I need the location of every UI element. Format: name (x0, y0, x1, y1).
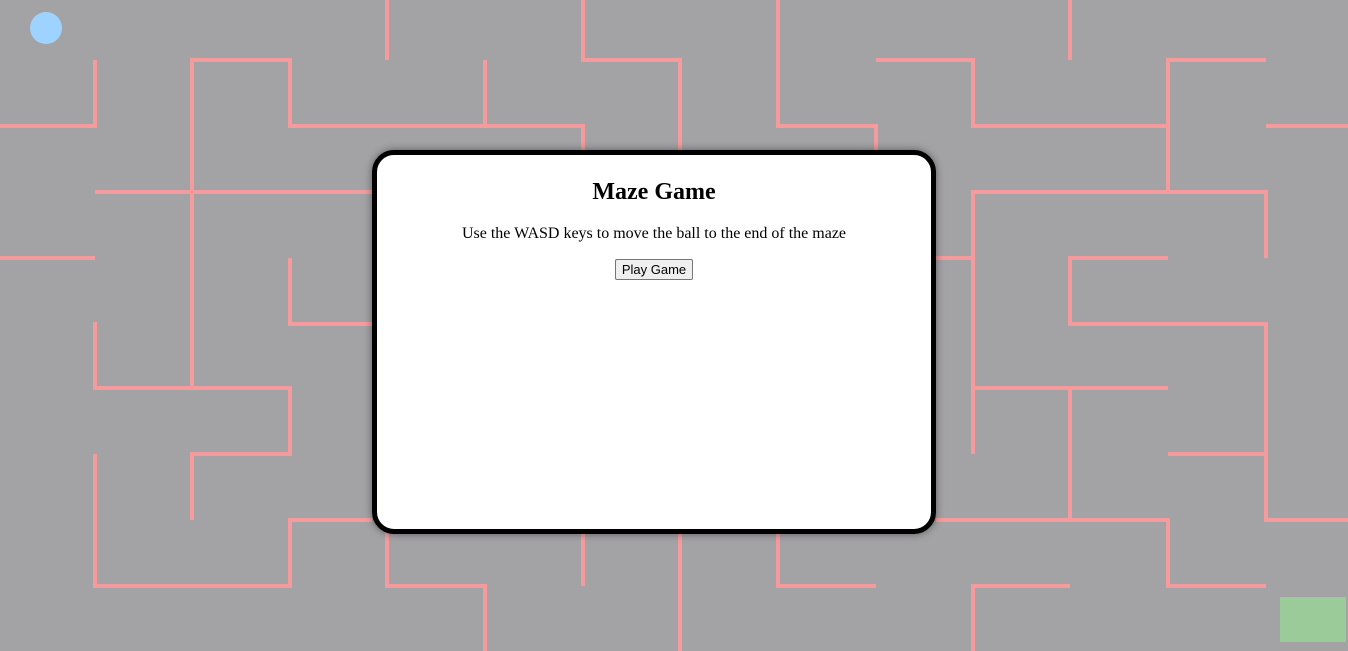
player-ball (30, 12, 62, 44)
start-dialog: Maze Game Use the WASD keys to move the … (372, 150, 936, 534)
play-game-button[interactable]: Play Game (614, 259, 694, 280)
maze-goal (1280, 597, 1346, 642)
game-title: Maze Game (592, 179, 716, 205)
instructions-text: Use the WASD keys to move the ball to th… (461, 225, 847, 242)
